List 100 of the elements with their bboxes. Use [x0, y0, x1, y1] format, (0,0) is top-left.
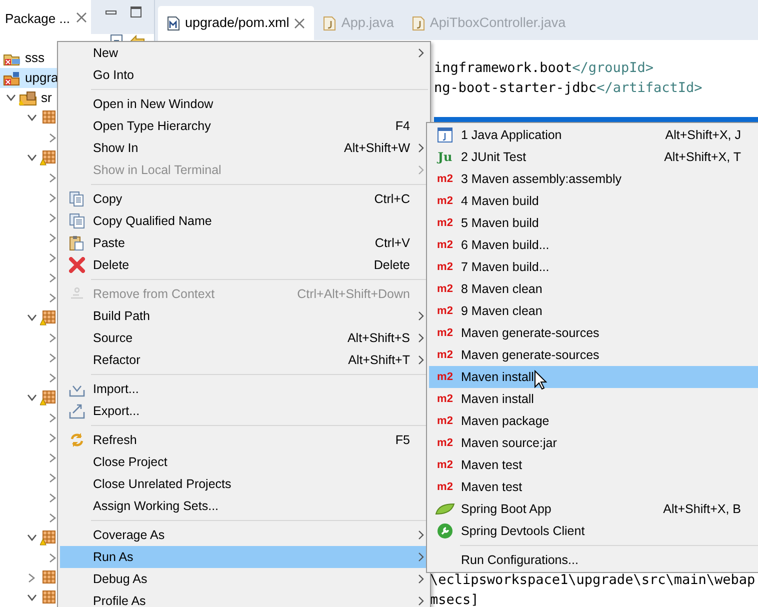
menu-item[interactable]: m2 Maven generate-sources [429, 344, 758, 366]
expanded-chevron-icon [27, 154, 37, 162]
maven-icon: m2 [437, 412, 453, 430]
application-window-icon [437, 127, 453, 143]
menu-item[interactable]: Paste Ctrl+V [60, 232, 428, 254]
menu-item[interactable]: Debug As [60, 568, 428, 590]
console-line: msecs] [430, 591, 480, 607]
menu-item[interactable]: m2 Maven source:jar [429, 432, 758, 454]
menu-item[interactable]: Delete Delete [60, 254, 428, 276]
menu-item[interactable]: Assign Working Sets... [60, 495, 428, 517]
close-icon[interactable] [294, 18, 306, 28]
source-folder-icon [19, 90, 37, 106]
close-icon[interactable] [76, 12, 88, 23]
collapsed-chevron-icon [49, 133, 57, 143]
menu-item[interactable]: Close Project [60, 451, 428, 473]
wrench-icon [437, 523, 453, 539]
maven-icon: m2 [437, 170, 453, 188]
refresh-icon [68, 432, 84, 448]
menu-item[interactable]: Import... [60, 378, 428, 400]
menu-item[interactable]: Show In Alt+Shift+W [60, 137, 428, 159]
collapsed-chevron-icon [28, 573, 36, 583]
package-warning-icon [40, 150, 56, 166]
menu-item[interactable]: m2 3 Maven assembly:assembly [429, 168, 758, 190]
menu-item[interactable]: Open in New Window [60, 93, 428, 115]
menu-item[interactable]: m2 Maven test [429, 454, 758, 476]
maven-icon: m2 [437, 456, 453, 474]
menu-item[interactable]: Ju 2 JUnit Test Alt+Shift+X, T [429, 146, 758, 168]
expanded-chevron-icon [27, 394, 37, 402]
paste-icon [68, 235, 84, 251]
java-file-icon [323, 16, 336, 30]
package-icon [40, 590, 56, 606]
menu-item[interactable]: m2 8 Maven clean [429, 278, 758, 300]
maven-icon: m2 [437, 346, 453, 364]
menu-item[interactable]: Spring Devtools Client [429, 520, 758, 542]
expanded-chevron-icon [27, 594, 37, 602]
menu-item[interactable]: m2 Maven generate-sources [429, 322, 758, 344]
copy-icon [68, 191, 84, 207]
menu-item[interactable]: m2 Maven test [429, 476, 758, 498]
menu-item[interactable]: m2 9 Maven clean [429, 300, 758, 322]
junit-icon: Ju [438, 148, 452, 166]
tree-item[interactable]: sr [0, 88, 52, 108]
console-line: \eclipsworkspace1\upgrade\src\main\webap [430, 571, 756, 590]
menu-item[interactable]: Export... [60, 400, 428, 422]
menu-item[interactable]: Build Path [60, 305, 428, 327]
menu-item[interactable]: Spring Boot App Alt+Shift+X, B [429, 498, 758, 520]
delete-icon [68, 257, 84, 273]
package-warning-icon [40, 530, 56, 546]
maven-icon: m2 [437, 368, 453, 386]
menu-item[interactable]: Profile As [60, 590, 428, 607]
xml-file-icon [167, 16, 180, 30]
menu-item[interactable]: Copy Ctrl+C [60, 188, 428, 210]
package-warning-icon [40, 390, 56, 406]
menu-item[interactable]: m2 Maven install [429, 366, 758, 388]
maven-project-icon [3, 70, 21, 86]
java-file-icon [412, 16, 425, 30]
menu-item[interactable]: Run Configurations... [429, 549, 758, 571]
menu-item[interactable]: m2 Maven package [429, 410, 758, 432]
copy-icon [68, 213, 84, 229]
menu-item[interactable]: m2 4 Maven build [429, 190, 758, 212]
menu-item[interactable]: Copy Qualified Name [60, 210, 428, 232]
menu-item[interactable]: Run As [60, 546, 428, 568]
maven-icon: m2 [437, 258, 453, 276]
view-tab[interactable]: Package ... [0, 0, 92, 34]
menu-item[interactable]: m2 Maven install [429, 388, 758, 410]
maven-icon: m2 [437, 478, 453, 496]
collapsed-chevron-icon [49, 553, 57, 563]
package-icon [40, 110, 56, 126]
package-warning-icon [40, 310, 56, 326]
maximize-icon[interactable] [130, 6, 142, 18]
mouse-cursor-icon [534, 370, 547, 390]
menu-item[interactable]: m2 6 Maven build... [429, 234, 758, 256]
expanded-chevron-icon [6, 94, 16, 102]
expanded-chevron-icon [27, 314, 37, 322]
maven-icon: m2 [437, 192, 453, 210]
menu-item[interactable]: m2 7 Maven build... [429, 256, 758, 278]
menu-item[interactable]: Open Type Hierarchy F4 [60, 115, 428, 137]
maven-icon: m2 [437, 434, 453, 452]
menu-item[interactable]: 1 Java Application Alt+Shift+X, J [429, 124, 758, 146]
menu-item[interactable]: New [60, 42, 428, 64]
maven-icon: m2 [437, 280, 453, 298]
menu-item[interactable]: Close Unrelated Projects [60, 473, 428, 495]
maven-icon: m2 [437, 390, 453, 408]
menu-item[interactable]: Refactor Alt+Shift+T [60, 349, 428, 371]
export-icon [68, 403, 84, 419]
menu-item[interactable]: Go Into [60, 64, 428, 86]
menu-item[interactable]: Refresh F5 [60, 429, 428, 451]
menu-item[interactable]: Source Alt+Shift+S [60, 327, 428, 349]
expanded-chevron-icon [27, 114, 37, 122]
menu-item[interactable]: Coverage As [60, 524, 428, 546]
maven-icon: m2 [437, 324, 453, 342]
package-icon [40, 570, 56, 586]
expanded-chevron-icon [27, 534, 37, 542]
tree-item[interactable]: sss [0, 48, 44, 68]
maven-icon: m2 [437, 214, 453, 232]
menu-item[interactable]: m2 5 Maven build [429, 212, 758, 234]
leaf-icon [435, 503, 455, 515]
maven-icon: m2 [437, 236, 453, 254]
editor-tab[interactable]: upgrade/pom.xml [158, 6, 314, 40]
tree-item[interactable]: upgra [0, 68, 58, 88]
maven-icon: m2 [437, 302, 453, 320]
